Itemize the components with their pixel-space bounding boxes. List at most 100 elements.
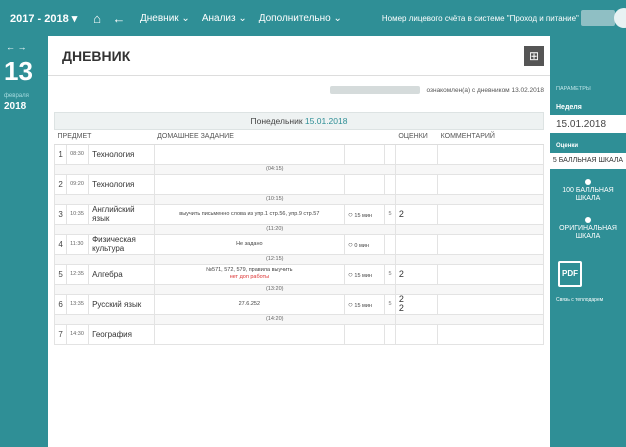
user-avatar[interactable] <box>614 8 626 28</box>
topic-spacer <box>394 223 545 235</box>
contact-link[interactable]: Связь с теплодарем <box>550 297 626 303</box>
lesson-homework <box>153 323 346 345</box>
lesson-time: 09:20 <box>66 173 90 195</box>
lesson-topic-row: (04:15) <box>54 163 545 175</box>
nav-diary[interactable]: Дневник ⌄ <box>140 13 190 24</box>
home-icon[interactable]: ⌂ <box>86 11 108 26</box>
grid-icon[interactable]: ⊞ <box>524 46 544 66</box>
homework-text: Не задано <box>236 240 263 247</box>
scale-5-point[interactable]: 5 БАЛЛЬНАЯ ШКАЛА <box>550 153 626 169</box>
topic-spacer <box>54 163 155 175</box>
lesson-mark[interactable]: 2 <box>394 203 439 225</box>
lesson-duration <box>344 173 386 195</box>
homework-text: №571, 572, 579, правила выучить <box>206 267 293 273</box>
lesson-time: 11:30 <box>66 233 90 255</box>
topic-spacer <box>54 193 155 205</box>
lesson-subject[interactable]: Алгебра <box>88 263 155 285</box>
lesson-mark[interactable] <box>394 323 439 345</box>
acknowledgement-row: ознакомлен(а) с дневником 13.02.2018 <box>48 76 550 104</box>
lesson-topic: (14:20) <box>153 313 396 325</box>
lesson-topic: (11:20) <box>153 223 396 235</box>
col-comment: КОММЕНТАРИЙ <box>437 130 544 145</box>
lesson-topic-row: (10:15) <box>54 193 545 205</box>
parent-name-redacted <box>330 86 421 94</box>
mark-type <box>384 143 396 165</box>
nav-analysis[interactable]: Анализ ⌄ <box>202 13 247 24</box>
lesson-number: 5 <box>53 263 68 285</box>
scale-original[interactable]: ОРИГИНАЛЬНАЯ ШКАЛА <box>550 211 626 245</box>
lesson-row: 4 11:30 Физическая культура Не задано ○ 0 ми… <box>53 233 544 255</box>
lesson-time: 14:30 <box>66 323 90 345</box>
lesson-topic-row: (11:20) <box>54 223 545 235</box>
lesson-homework: 27.6.252 <box>153 293 346 315</box>
col-duration <box>344 130 396 145</box>
diary-panel: ДНЕВНИК ⊞ ознакомлен(а) с дневником 13.0… <box>48 36 550 447</box>
lesson-subject[interactable]: Технология <box>88 143 155 165</box>
lesson-time: 10:35 <box>66 203 90 225</box>
mark-type <box>384 233 396 255</box>
scale-100-point[interactable]: 100 БАЛЛЬНАЯ ШКАЛА <box>550 173 626 207</box>
topic-spacer <box>54 223 155 235</box>
current-year: 2018 <box>4 101 27 112</box>
lesson-time: 08:30 <box>66 143 90 165</box>
lesson-subject[interactable]: Английский язык <box>88 203 155 225</box>
lesson-number: 3 <box>53 203 68 225</box>
main-nav: Дневник ⌄ Анализ ⌄ Дополнительно ⌄ <box>140 13 342 24</box>
lesson-comment <box>437 323 544 345</box>
week-date-picker[interactable]: 15.01.2018 <box>550 115 626 133</box>
topic-spacer <box>394 253 545 265</box>
lesson-mark[interactable] <box>394 143 439 165</box>
acknowledgement-text: ознакомлен(а) с дневником 13.02.2018 <box>426 86 544 94</box>
lesson-topic: (13:20) <box>153 283 396 295</box>
account-number-label: Номер лицевого счёта в системе "Проход и… <box>381 13 579 23</box>
topic-spacer <box>394 163 545 175</box>
duration-text: 15 мин <box>354 302 372 309</box>
homework-text: выучить письменно слова из упр.1 стр.56,… <box>179 210 320 217</box>
year-selector[interactable]: 2017 - 2018 ▾ <box>0 12 86 25</box>
duration-text: 15 мин <box>354 212 372 219</box>
pdf-icon[interactable]: PDF <box>558 261 582 287</box>
right-panel: ПАРАМЕТРЫ Неделя 15.01.2018 Оценки 5 БАЛ… <box>550 36 626 447</box>
lesson-topic: (12:15) <box>153 253 396 265</box>
lesson-number: 4 <box>53 233 68 255</box>
current-month: февраля <box>4 93 29 99</box>
lesson-row: 7 14:30 География <box>53 323 544 345</box>
mark-type: 5 <box>384 203 396 225</box>
lesson-row: 3 10:35 Английский язык выучить письменно с… <box>53 203 544 225</box>
lesson-duration: ○ 15 мин <box>344 293 386 315</box>
lesson-subject[interactable]: География <box>88 323 155 345</box>
lesson-homework: Не задано <box>153 233 346 255</box>
lesson-number: 1 <box>53 143 68 165</box>
lesson-time: 12:35 <box>66 263 90 285</box>
mark-type: 5 <box>384 263 396 285</box>
lesson-mark[interactable] <box>394 233 439 255</box>
collapse-arrows-icon[interactable]: ← → <box>0 36 48 52</box>
lesson-duration: ○ 0 мин <box>344 233 386 255</box>
back-arrow-icon[interactable]: ← <box>108 11 130 26</box>
lesson-comment <box>437 263 544 285</box>
lesson-mark[interactable] <box>394 173 439 195</box>
lesson-homework <box>153 173 346 195</box>
lesson-topic: (04:15) <box>153 163 396 175</box>
clock-icon: ○ <box>348 209 353 219</box>
topic-spacer <box>394 283 545 295</box>
lesson-homework <box>153 143 346 165</box>
lesson-row: 1 08:30 Технология <box>53 143 544 165</box>
left-rail: ← → 13 февраля 2018 <box>0 36 48 447</box>
lesson-number: 7 <box>53 323 68 345</box>
lesson-subject[interactable]: Русский язык <box>88 293 155 315</box>
day-header: Понедельник 15.01.2018 <box>54 112 544 130</box>
lesson-time: 13:35 <box>66 293 90 315</box>
diary-header: ДНЕВНИК ⊞ <box>48 36 550 76</box>
mark-type <box>384 323 396 345</box>
lesson-mark[interactable]: 2 2 <box>394 293 439 315</box>
clock-icon: ○ <box>348 269 353 279</box>
grades-label: Оценки <box>556 143 579 149</box>
nav-additional[interactable]: Дополнительно ⌄ <box>259 13 342 24</box>
current-day: 13 <box>4 56 33 86</box>
lesson-mark[interactable]: 2 <box>394 263 439 285</box>
lesson-subject[interactable]: Технология <box>88 173 155 195</box>
lesson-subject[interactable]: Физическая культура <box>88 233 155 255</box>
lesson-homework: №571, 572, 579, правила выучить нет доп р… <box>153 263 346 285</box>
table-header-row: ПРЕДМЕТ ДОМАШНЕЕ ЗАДАНИЕ ОЦЕНКИ КОММЕНТА… <box>54 130 544 145</box>
